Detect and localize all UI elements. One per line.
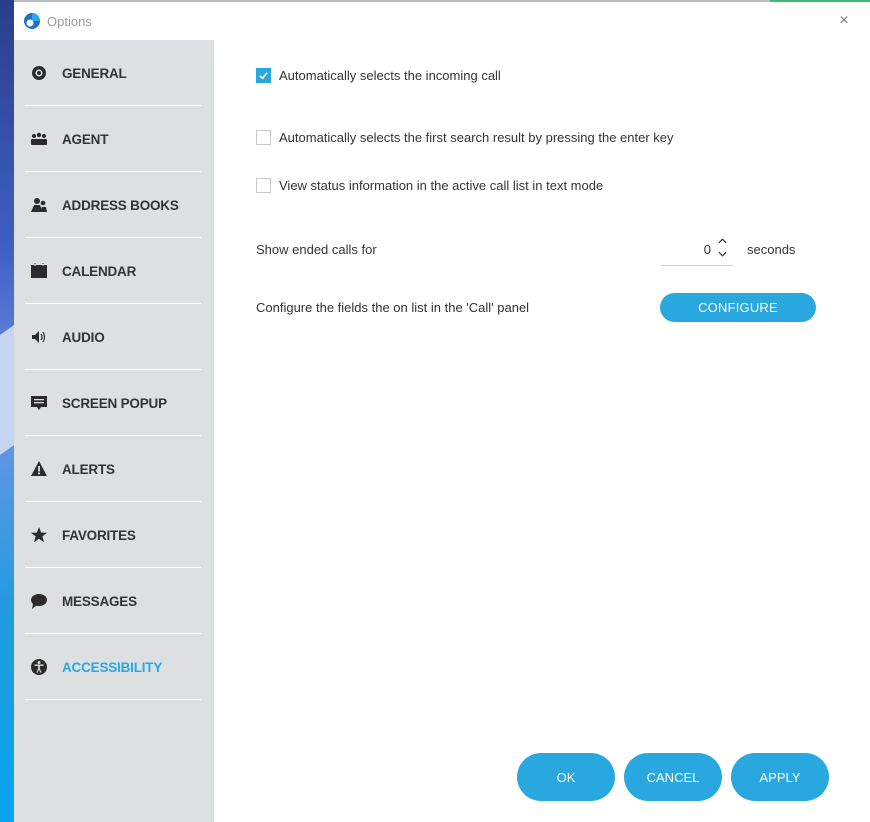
ended-calls-value[interactable]: 0	[704, 242, 711, 257]
configure-fields-label: Configure the fields the on list in the …	[256, 300, 530, 315]
ok-button[interactable]: OK	[517, 753, 615, 801]
speaker-icon	[30, 328, 48, 346]
auto-select-incoming-checkbox[interactable]	[256, 68, 271, 83]
sidebar-item-address-books[interactable]: ADDRESS BOOKS	[14, 172, 214, 238]
auto-select-first-result-label: Automatically selects the first search r…	[279, 130, 674, 145]
sidebar-item-audio[interactable]: AUDIO	[14, 304, 214, 370]
sidebar-item-accessibility[interactable]: ACCESSIBILITY	[14, 634, 214, 700]
sidebar-item-messages[interactable]: MESSAGES	[14, 568, 214, 634]
sidebar-item-label: CALENDAR	[62, 263, 137, 279]
background-artwork	[0, 0, 14, 822]
webcam-icon	[30, 64, 48, 82]
monitor-icon	[30, 394, 48, 412]
auto-select-incoming-label: Automatically selects the incoming call	[279, 68, 501, 83]
auto-select-first-result-row[interactable]: Automatically selects the first search r…	[256, 130, 674, 145]
sidebar-item-label: AGENT	[62, 131, 109, 147]
sidebar-item-label: MESSAGES	[62, 593, 137, 609]
sidebar-item-label: ADDRESS BOOKS	[62, 197, 179, 213]
configure-button[interactable]: CONFIGURE	[660, 293, 816, 322]
stepper-down-icon[interactable]	[716, 249, 728, 259]
ended-calls-stepper[interactable]: 0	[661, 236, 733, 266]
ended-calls-unit: seconds	[747, 242, 796, 257]
status-text-mode-label: View status information in the active ca…	[279, 178, 604, 193]
contacts-icon	[30, 196, 48, 214]
status-text-mode-checkbox[interactable]	[256, 178, 271, 193]
sidebar-item-label: AUDIO	[62, 329, 105, 345]
chat-bubble-icon	[30, 592, 48, 610]
ended-calls-label: Show ended calls for	[256, 242, 377, 257]
warning-icon	[30, 460, 48, 478]
cancel-button[interactable]: CANCEL	[624, 753, 722, 801]
sidebar-item-alerts[interactable]: ALERTS	[14, 436, 214, 502]
sidebar-item-screen-popup[interactable]: SCREEN POPUP	[14, 370, 214, 436]
sidebar-item-agent[interactable]: AGENT	[14, 106, 214, 172]
sidebar-item-label: ALERTS	[62, 461, 115, 477]
auto-select-first-result-checkbox[interactable]	[256, 130, 271, 145]
sidebar-item-label: ACCESSIBILITY	[62, 659, 163, 675]
sidebar-item-label: SCREEN POPUP	[62, 395, 167, 411]
auto-select-incoming-row[interactable]: Automatically selects the incoming call	[256, 68, 501, 83]
sidebar-item-label: GENERAL	[62, 65, 127, 81]
accessibility-icon	[30, 658, 48, 676]
apply-button[interactable]: APPLY	[731, 753, 829, 801]
options-dialog: Options × GENERAL AGENT ADDRESS BOOKS CA…	[14, 2, 870, 822]
title-bar: Options ×	[14, 2, 870, 40]
sidebar-item-label: FAVORITES	[62, 527, 136, 543]
sidebar: GENERAL AGENT ADDRESS BOOKS CALENDAR AUD…	[14, 40, 214, 822]
window-title: Options	[47, 13, 92, 29]
app-logo-icon	[23, 12, 41, 30]
close-button[interactable]: ×	[836, 13, 852, 29]
star-icon	[30, 526, 48, 544]
status-text-mode-row[interactable]: View status information in the active ca…	[256, 178, 603, 193]
sidebar-item-general[interactable]: GENERAL	[14, 40, 214, 106]
calendar-icon	[30, 262, 48, 280]
checkmark-icon	[259, 72, 268, 80]
background-wedge	[0, 325, 14, 455]
sidebar-item-calendar[interactable]: CALENDAR	[14, 238, 214, 304]
agent-group-icon	[30, 130, 48, 148]
settings-panel: Automatically selects the incoming call …	[214, 40, 870, 822]
stepper-up-icon[interactable]	[716, 236, 728, 246]
sidebar-item-favorites[interactable]: FAVORITES	[14, 502, 214, 568]
